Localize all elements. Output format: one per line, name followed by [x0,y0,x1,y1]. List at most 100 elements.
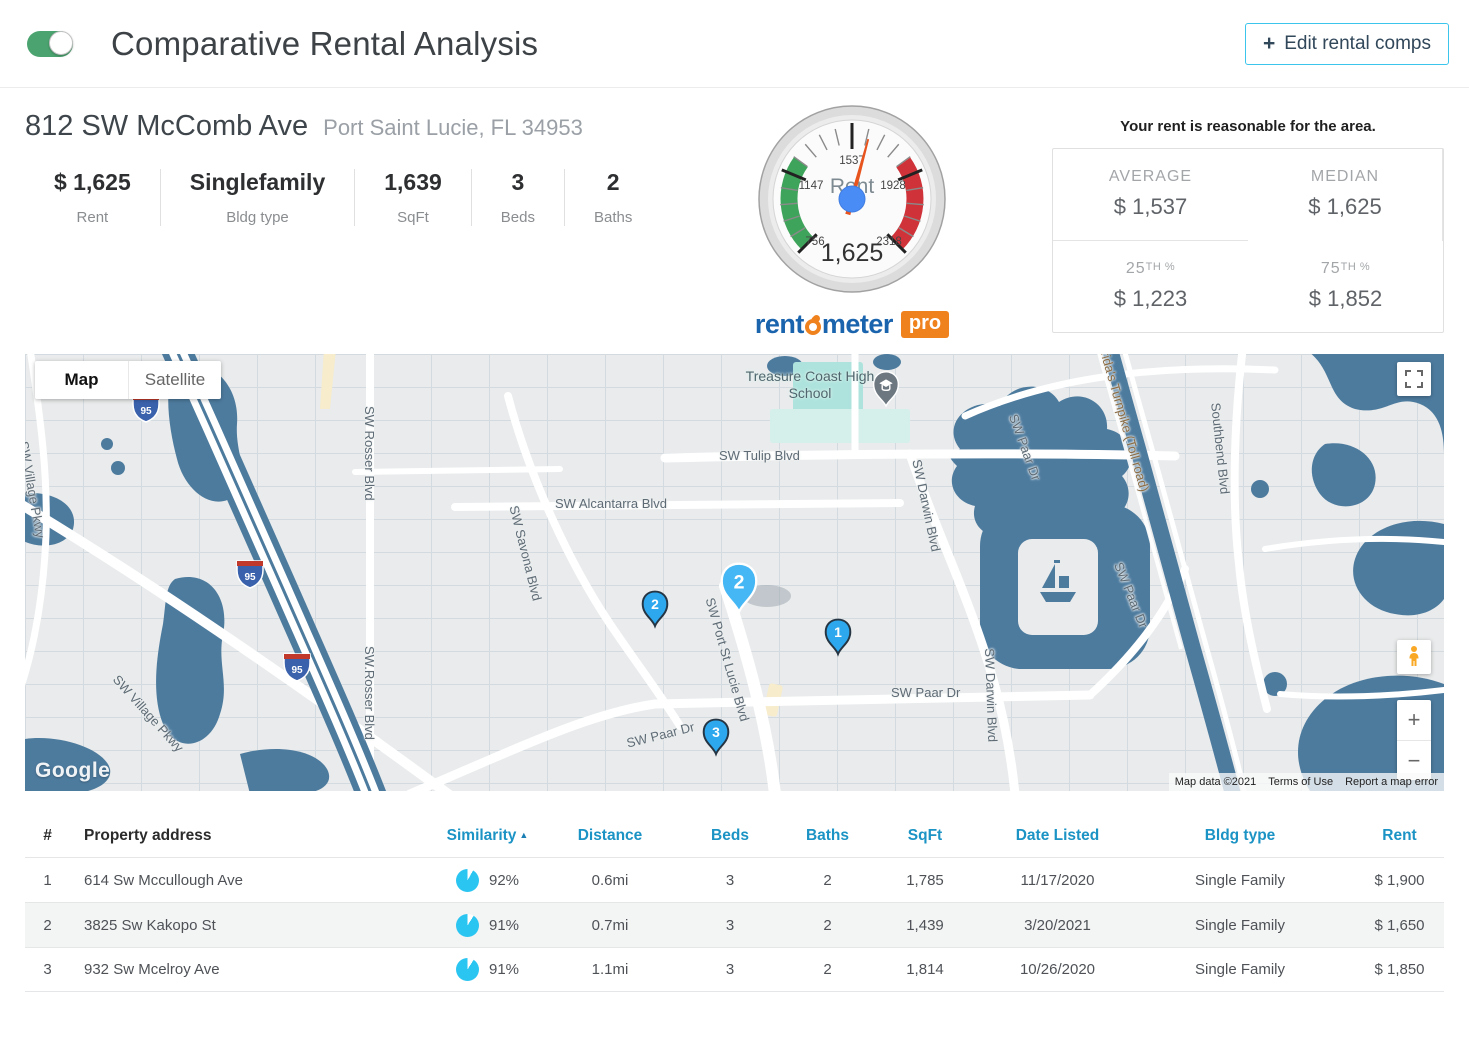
property-stat: $ 1,625 Rent [25,169,160,226]
map-canvas: 95 95 95 2 [25,354,1444,791]
col-header-distance[interactable]: Distance [555,827,665,845]
percentile-label: 75 [1321,260,1341,277]
table-row[interactable]: 3 932 Sw Mcelroy Ave 91% 1.1mi 3 2 1,814… [25,947,1444,992]
pegman-button[interactable] [1397,640,1431,674]
percentile-value: $ 1,223 [1053,286,1248,312]
report-map-error-link[interactable]: Report a map error [1339,773,1444,791]
zoom-in-button[interactable]: + [1397,700,1431,740]
col-header-rent[interactable]: Rent [1355,827,1444,845]
col-header-num[interactable]: # [25,827,70,845]
row-distance: 0.7mi [555,917,665,934]
zoom-control: + − [1397,700,1431,780]
brand-right: meter [822,309,893,340]
rent-summary-panel: Your rent is reasonable for the area. AV… [1052,104,1444,350]
rent-gauge: 1537 1147 1928 756 2318 Rent 1,625 rent … [745,104,959,350]
fullscreen-icon [1404,369,1424,389]
analysis-toggle[interactable] [27,31,73,57]
row-sqft: 1,439 [860,917,990,934]
row-rent: $ 1,850 [1355,961,1444,978]
gauge-value: 1,625 [821,239,884,267]
stat-label: SqFt [384,209,442,226]
page-header: Comparative Rental Analysis + Edit renta… [0,0,1469,88]
row-bldg-type: Single Family [1125,917,1355,934]
col-header-sqft[interactable]: SqFt [860,827,990,845]
col-header-bldg-type[interactable]: Bldg type [1125,827,1355,845]
gauge-hub [839,186,865,212]
school-grounds-light [770,409,910,443]
gauge-tick-1928: 1928 [880,180,906,192]
rentometer-logo: rent meter pro [745,309,959,340]
col-header-address[interactable]: Property address [70,827,420,845]
row-similarity: 91% [420,914,555,937]
row-baths: 2 [795,917,860,934]
row-date-listed: 11/17/2020 [990,872,1125,889]
stat-value: 3 [501,169,535,196]
row-num: 1 [25,872,70,889]
street-label: SW.Rosser Blvd [362,646,377,740]
svg-text:95: 95 [140,406,152,417]
stat-label: Beds [501,209,535,226]
svg-text:2: 2 [651,596,659,612]
street-label: SW Tulip Blvd [719,448,800,463]
pro-badge: pro [901,311,949,338]
fullscreen-button[interactable] [1397,362,1431,396]
property-stat: 1,639 SqFt [354,169,471,226]
row-distance: 0.6mi [555,872,665,889]
harbor-island [1018,539,1098,635]
comps-table: # Property address Similarity▲ Distance … [25,813,1444,992]
percentile-label: 25 [1126,260,1146,277]
col-header-similarity[interactable]: Similarity▲ [420,827,555,845]
edit-rental-comps-button[interactable]: + Edit rental comps [1245,23,1449,65]
flame-icon [805,319,821,335]
school-label: Treasure Coast High School [735,368,885,401]
map-type-map-button[interactable]: Map [35,361,128,399]
comps-table-body: 1 614 Sw Mccullough Ave 92% 0.6mi 3 2 1,… [25,857,1444,992]
row-date-listed: 10/26/2020 [990,961,1125,978]
property-location: Port Saint Lucie, FL 34953 [323,115,583,141]
row-num: 2 [25,917,70,934]
row-beds: 3 [665,872,795,889]
col-header-beds[interactable]: Beds [665,827,795,845]
similarity-value: 92% [489,872,519,889]
svg-text:95: 95 [291,665,303,676]
col-header-baths[interactable]: Baths [795,827,860,845]
row-sqft: 1,814 [860,961,990,978]
similarity-pie-icon [456,958,479,981]
google-logo: Google [35,759,110,783]
row-rent: $ 1,900 [1355,872,1444,889]
row-baths: 2 [795,872,860,889]
row-beds: 3 [665,917,795,934]
comparative-rental-analysis-page: Comparative Rental Analysis + Edit renta… [0,0,1469,1048]
street-label: SW Alcantarra Blvd [555,496,667,511]
percentile-value: $ 1,537 [1053,194,1248,220]
comps-map[interactable]: 95 95 95 2 [25,354,1444,791]
toggle-knob [49,31,73,55]
row-similarity: 91% [420,958,555,981]
plus-icon: + [1263,33,1275,54]
row-address: 932 Sw Mcelroy Ave [70,961,420,978]
percentile-cell: 75TH % $ 1,852 [1248,241,1443,332]
percentile-value: $ 1,852 [1248,286,1443,312]
percentile-suffix: TH % [1341,261,1371,273]
comps-table-header: # Property address Similarity▲ Distance … [25,813,1444,857]
map-attribution: Map data ©2021 Terms of Use Report a map… [1169,773,1444,791]
row-address: 3825 Sw Kakopo St [70,917,420,934]
stat-value: Singlefamily [190,169,325,196]
similarity-value: 91% [489,961,519,978]
street-label: SW Rosser Blvd [362,406,377,501]
table-row[interactable]: 1 614 Sw Mccullough Ave 92% 0.6mi 3 2 1,… [25,857,1444,902]
stat-label: Bldg type [190,209,325,226]
stat-value: 1,639 [384,169,442,196]
percentile-value: $ 1,625 [1248,194,1442,220]
map-data-credit: Map data ©2021 [1169,773,1263,791]
row-similarity: 92% [420,869,555,892]
stat-value: $ 1,625 [54,169,131,196]
terms-of-use-link[interactable]: Terms of Use [1262,773,1339,791]
map-type-satellite-button[interactable]: Satellite [128,361,221,399]
percentile-cell: MEDIAN $ 1,625 [1248,149,1443,241]
row-sqft: 1,785 [860,872,990,889]
percentile-label: MEDIAN [1311,168,1379,185]
col-header-date-listed[interactable]: Date Listed [990,827,1125,845]
table-row[interactable]: 2 3825 Sw Kakopo St 91% 0.7mi 3 2 1,439 … [25,902,1444,947]
street-label: SW Paar Dr [891,685,960,700]
